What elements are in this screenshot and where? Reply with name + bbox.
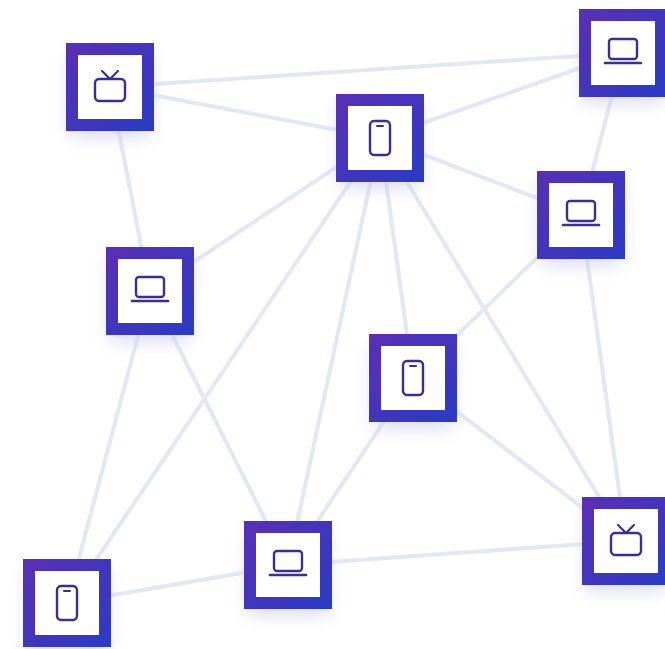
device-network-diagram xyxy=(23,9,665,649)
node-inner xyxy=(256,533,320,597)
connection-line-n2-n8 xyxy=(286,136,382,567)
device-nodes xyxy=(23,9,665,649)
device-node-n3 xyxy=(579,9,665,103)
device-node-n2 xyxy=(336,94,424,188)
node-inner xyxy=(78,55,142,119)
node-inner xyxy=(591,21,655,85)
device-node-n5 xyxy=(106,247,194,341)
device-node-n1 xyxy=(66,43,154,137)
device-node-n8 xyxy=(244,521,332,615)
device-node-n7 xyxy=(582,497,665,591)
device-node-n9 xyxy=(23,559,111,649)
connection-line-n8-n7 xyxy=(286,539,628,567)
node-inner xyxy=(594,509,658,573)
node-inner xyxy=(35,571,99,635)
device-node-n4 xyxy=(537,171,625,265)
node-inner xyxy=(381,346,445,410)
node-inner xyxy=(348,106,412,170)
device-node-n6 xyxy=(369,334,457,428)
node-inner xyxy=(118,259,182,323)
node-inner xyxy=(549,183,613,247)
connection-line-n2-n9 xyxy=(65,136,382,605)
